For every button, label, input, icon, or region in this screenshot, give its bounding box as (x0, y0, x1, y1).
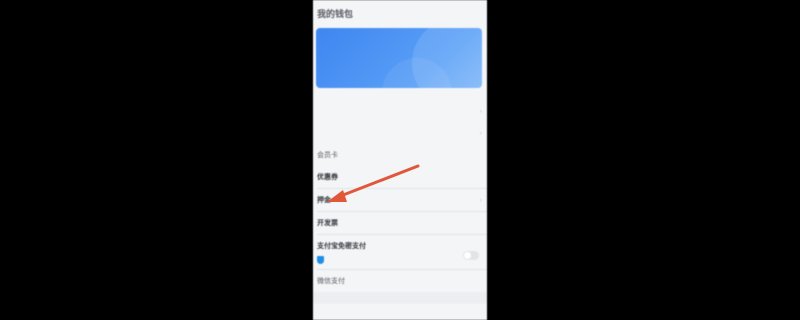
list-item[interactable]: › (313, 122, 487, 144)
shield-icon (317, 256, 324, 264)
wallet-menu-list: › › 会员卡 优惠券 押金 › 开发票 支付宝免密支付 微信支付 (313, 100, 487, 304)
alipay-label: 支付宝免密支付 (317, 242, 366, 250)
alipay-description (317, 255, 483, 264)
bottom-band (313, 292, 487, 304)
wallet-balance-card[interactable] (316, 28, 482, 88)
coupon-item[interactable]: 优惠券 (313, 166, 487, 188)
chevron-right-icon: › (479, 129, 482, 137)
deposit-label: 押金 (317, 196, 331, 204)
chevron-right-icon: › (479, 196, 482, 204)
page-title: 我的钱包 (317, 10, 354, 20)
coupon-label: 优惠券 (317, 173, 338, 181)
list-item[interactable]: › (313, 100, 487, 122)
deposit-item[interactable]: 押金 › (313, 189, 487, 211)
wechat-pay-item[interactable]: 微信支付 (313, 270, 487, 292)
member-card-item[interactable]: 会员卡 (313, 144, 487, 166)
invoice-item[interactable]: 开发票 (313, 212, 487, 234)
member-card-label: 会员卡 (317, 151, 338, 159)
alipay-toggle-switch[interactable] (463, 251, 479, 260)
wechat-pay-label: 微信支付 (317, 277, 345, 285)
alipay-password-free-item: 支付宝免密支付 (313, 235, 487, 269)
phone-screen: 我的钱包 › › 会员卡 优惠券 押金 › 开发票 支付宝免密支付 微信支付 (313, 0, 487, 320)
chevron-right-icon: › (479, 107, 482, 115)
invoice-label: 开发票 (317, 219, 338, 227)
